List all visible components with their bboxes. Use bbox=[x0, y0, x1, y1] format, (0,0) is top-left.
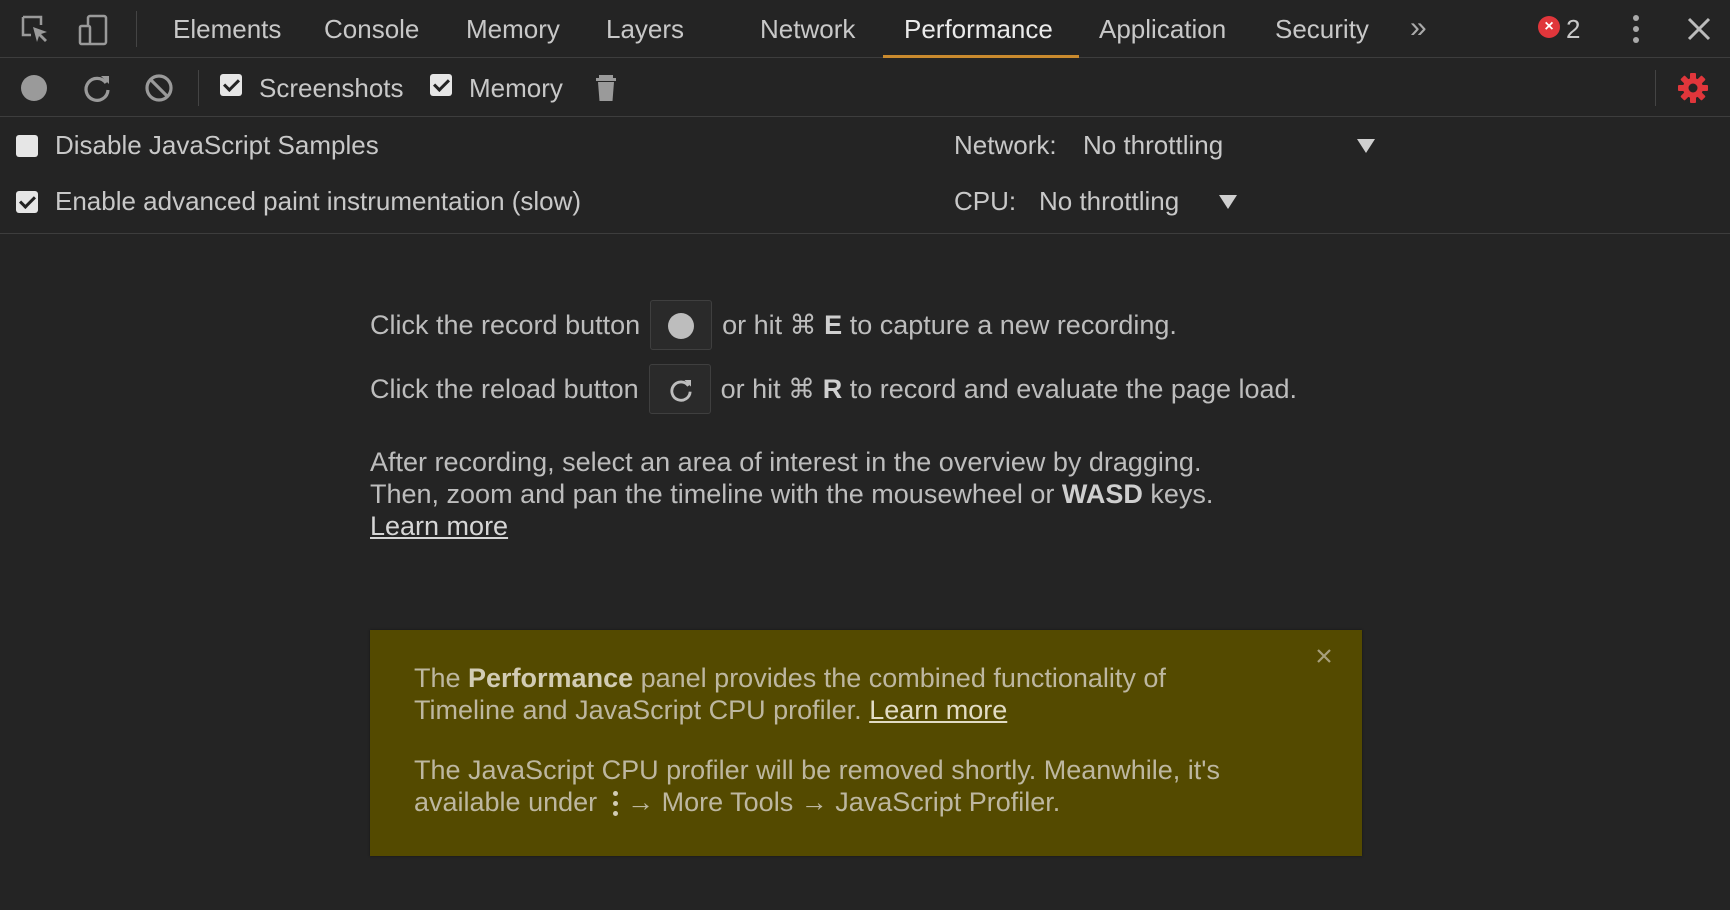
hint-line-2: Then, zoom and pan the timeline with the… bbox=[370, 478, 1213, 510]
banner-paragraph-2: The JavaScript CPU profiler will be remo… bbox=[414, 754, 1314, 819]
banner-paragraph-1: The Performance panel provides the combi… bbox=[414, 662, 1314, 726]
tab-application[interactable]: Application bbox=[1099, 0, 1226, 58]
close-icon[interactable] bbox=[1682, 12, 1716, 46]
toolbar-divider bbox=[136, 11, 137, 47]
banner-p2-line1: The JavaScript CPU profiler will be remo… bbox=[414, 755, 1220, 785]
tab-performance[interactable]: Performance bbox=[904, 0, 1053, 58]
capture-settings-gear-icon[interactable] bbox=[1675, 70, 1711, 106]
banner-p1-post: panel provides the combined functionalit… bbox=[633, 663, 1166, 693]
wasd-keys: WASD bbox=[1061, 479, 1143, 509]
reload-record-button[interactable] bbox=[79, 70, 115, 106]
reload-instruction-prefix: Click the reload button bbox=[370, 373, 639, 404]
customize-menu-icon[interactable] bbox=[1626, 12, 1646, 46]
record-instruction-suffix: to capture a new recording. bbox=[842, 309, 1177, 340]
performance-toolbar: Screenshots Memory bbox=[0, 59, 1730, 117]
hint-line-1: After recording, select an area of inter… bbox=[370, 447, 1202, 477]
tab-memory[interactable]: Memory bbox=[466, 0, 560, 58]
hint-paragraph: After recording, select an area of inter… bbox=[370, 446, 1213, 542]
record-button[interactable] bbox=[16, 70, 52, 106]
toolbar-divider bbox=[1655, 70, 1656, 106]
disable-js-samples-checkbox[interactable] bbox=[16, 135, 38, 157]
memory-label[interactable]: Memory bbox=[469, 59, 563, 117]
tab-network[interactable]: Network bbox=[760, 0, 855, 58]
network-throttle-select[interactable]: No throttling bbox=[1083, 130, 1223, 161]
inline-record-button[interactable] bbox=[650, 300, 713, 350]
learn-more-link[interactable]: Learn more bbox=[370, 511, 508, 541]
network-throttle-label: Network: bbox=[954, 130, 1057, 160]
reload-instruction-shortcut-pre: or hit ⌘ bbox=[720, 373, 823, 404]
disable-js-samples-label[interactable]: Disable JavaScript Samples bbox=[55, 130, 379, 161]
capture-settings-pane: Disable JavaScript Samples Enable advanc… bbox=[0, 118, 1730, 234]
inspect-element-icon[interactable] bbox=[18, 12, 54, 48]
banner-p1-bold: Performance bbox=[468, 663, 634, 693]
devtools-tab-bar: Elements Console Memory Layers Network P… bbox=[0, 0, 1730, 58]
error-icon[interactable]: × bbox=[1538, 16, 1560, 38]
tab-elements[interactable]: Elements bbox=[173, 0, 281, 58]
screenshots-label[interactable]: Screenshots bbox=[259, 59, 404, 117]
tab-security[interactable]: Security bbox=[1275, 0, 1369, 58]
error-count[interactable]: 2 bbox=[1566, 0, 1580, 58]
banner-p1-pre: The bbox=[414, 663, 469, 693]
memory-checkbox[interactable] bbox=[430, 74, 452, 96]
trash-icon[interactable] bbox=[588, 70, 624, 106]
device-toolbar-icon[interactable] bbox=[76, 12, 112, 48]
banner-p2-line2-post: → More Tools → JavaScript Profiler. bbox=[627, 787, 1061, 817]
cpu-dropdown-arrow-icon[interactable] bbox=[1219, 195, 1237, 209]
close-banner-icon[interactable] bbox=[1312, 644, 1336, 668]
record-instruction-shortcut-pre: or hit ⌘ bbox=[722, 309, 825, 340]
cpu-throttle-select[interactable]: No throttling bbox=[1039, 186, 1179, 217]
banner-p1-line2: Timeline and JavaScript CPU profiler. bbox=[414, 695, 870, 725]
tab-console[interactable]: Console bbox=[324, 0, 419, 58]
record-instruction-prefix: Click the record button bbox=[370, 309, 641, 340]
vertical-more-icon bbox=[611, 789, 619, 819]
banner-learn-more-link[interactable]: Learn more bbox=[869, 695, 1007, 725]
record-instruction: Click the record button or hit ⌘ E to ca… bbox=[370, 298, 1177, 352]
network-dropdown-arrow-icon[interactable] bbox=[1357, 139, 1375, 153]
active-tab-indicator bbox=[883, 55, 1079, 58]
advanced-paint-label[interactable]: Enable advanced paint instrumentation (s… bbox=[55, 186, 581, 217]
hint-line-2-post: keys. bbox=[1142, 479, 1214, 509]
inline-reload-button[interactable] bbox=[648, 364, 711, 414]
reload-instruction: Click the reload button or hit ⌘ R to re… bbox=[370, 362, 1297, 416]
reload-instruction-suffix: to record and evaluate the page load. bbox=[842, 373, 1298, 404]
cpu-throttle-label: CPU: bbox=[954, 186, 1017, 216]
advanced-paint-checkbox[interactable] bbox=[16, 191, 38, 213]
reload-shortcut-key: R bbox=[822, 373, 843, 404]
clear-icon[interactable] bbox=[141, 70, 177, 106]
record-shortcut-key: E bbox=[824, 309, 843, 340]
screenshots-checkbox[interactable] bbox=[220, 74, 242, 96]
toolbar-divider bbox=[198, 70, 199, 106]
more-tabs-icon[interactable]: » bbox=[1410, 0, 1427, 58]
tab-layers[interactable]: Layers bbox=[606, 0, 684, 58]
hint-line-2-pre: Then, zoom and pan the timeline with the… bbox=[370, 479, 1062, 509]
profiler-deprecation-banner: The Performance panel provides the combi… bbox=[370, 630, 1362, 856]
banner-p2-line2-pre: available under bbox=[414, 787, 598, 817]
